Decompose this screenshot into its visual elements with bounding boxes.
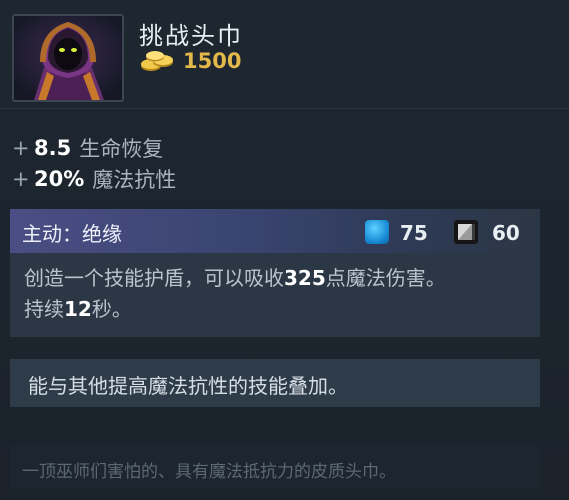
desc-value: 12 (64, 297, 92, 321)
stat-plus: + (12, 135, 30, 160)
tooltip-header: 挑战头巾 1500 (0, 0, 569, 108)
stat-value: 8.5 (34, 135, 72, 160)
stat-label: 魔法抗性 (92, 167, 177, 192)
stat-value: 20% (34, 166, 85, 191)
note-text: 能与其他提高魔法抗性的技能叠加。 (28, 374, 348, 398)
stat-line: + 20% 魔法抗性 (12, 163, 176, 194)
ability-title: 主动：绝缘 (22, 222, 122, 246)
ability-description: 创造一个技能护盾，可以吸收325点魔法伤害。 持续12秒。 (24, 263, 529, 325)
desc-value: 325 (284, 266, 326, 290)
item-tooltip: 挑战头巾 1500 + 8.5 生命恢复 + 20% 魔法抗性 主动：绝缘 75… (0, 0, 569, 500)
item-stats: + 8.5 生命恢复 + 20% 魔法抗性 (12, 132, 176, 194)
desc-text: 创造一个技能护盾，可以吸收 (24, 266, 284, 290)
hooded-mage-icon (12, 14, 124, 102)
item-cost: 1500 (139, 48, 241, 74)
stacking-note: 能与其他提高魔法抗性的技能叠加。 (10, 359, 540, 407)
desc-text: 持续 (24, 297, 64, 321)
header-divider (0, 108, 569, 109)
cost-value: 1500 (183, 49, 242, 73)
lore-box: 一顶巫师们害怕的、具有魔法抵抗力的皮质头巾。 (10, 445, 540, 489)
stat-line: + 8.5 生命恢复 (12, 132, 176, 163)
item-name: 挑战头巾 (139, 22, 243, 50)
stat-label: 生命恢复 (79, 136, 164, 161)
lore-text: 一顶巫师们害怕的、具有魔法抵抗力的皮质头巾。 (22, 462, 396, 482)
mana-icon (365, 220, 389, 244)
mana-cost: 75 (400, 221, 428, 245)
cooldown-icon (454, 220, 478, 244)
gold-coins-icon (141, 51, 173, 71)
stat-plus: + (12, 166, 30, 191)
cooldown-value: 60 (492, 221, 520, 245)
desc-text: 秒。 (91, 297, 132, 321)
ability-header: 主动：绝缘 75 60 (10, 209, 540, 253)
desc-text: 点魔法伤害。 (325, 266, 446, 290)
active-ability: 主动：绝缘 75 60 创造一个技能护盾，可以吸收325点魔法伤害。 持续12秒… (10, 209, 540, 337)
